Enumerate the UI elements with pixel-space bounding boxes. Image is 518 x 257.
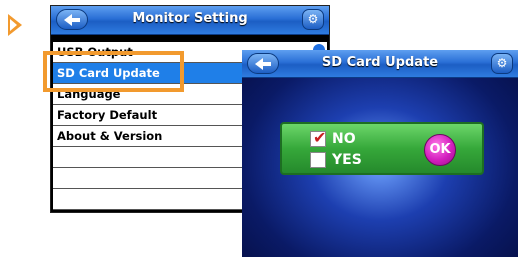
- option-no-label: NO: [332, 131, 356, 147]
- wrench-icon[interactable]: ⚙: [302, 9, 324, 30]
- ok-button[interactable]: OK: [424, 134, 456, 166]
- monitor-setting-title: Monitor Setting: [132, 11, 248, 26]
- checkbox-no[interactable]: ✔: [310, 128, 327, 147]
- wrench-icon[interactable]: ⚙: [491, 53, 513, 74]
- pointer-arrow-icon: [8, 14, 22, 36]
- confirm-dialog: ✔ NO YES OK: [280, 122, 484, 175]
- sd-card-update-title: SD Card Update: [321, 55, 439, 70]
- highlight-box: [43, 51, 184, 92]
- checkbox-yes[interactable]: [310, 152, 326, 168]
- checkmark-icon: ✔: [313, 128, 327, 147]
- monitor-setting-titlebar: Monitor Setting ⚙: [51, 6, 329, 35]
- option-yes-label: YES: [332, 152, 362, 168]
- sd-card-update-panel: SD Card Update ⚙ ✔ NO YES OK: [242, 50, 518, 257]
- sd-card-update-titlebar: SD Card Update ⚙: [242, 50, 518, 78]
